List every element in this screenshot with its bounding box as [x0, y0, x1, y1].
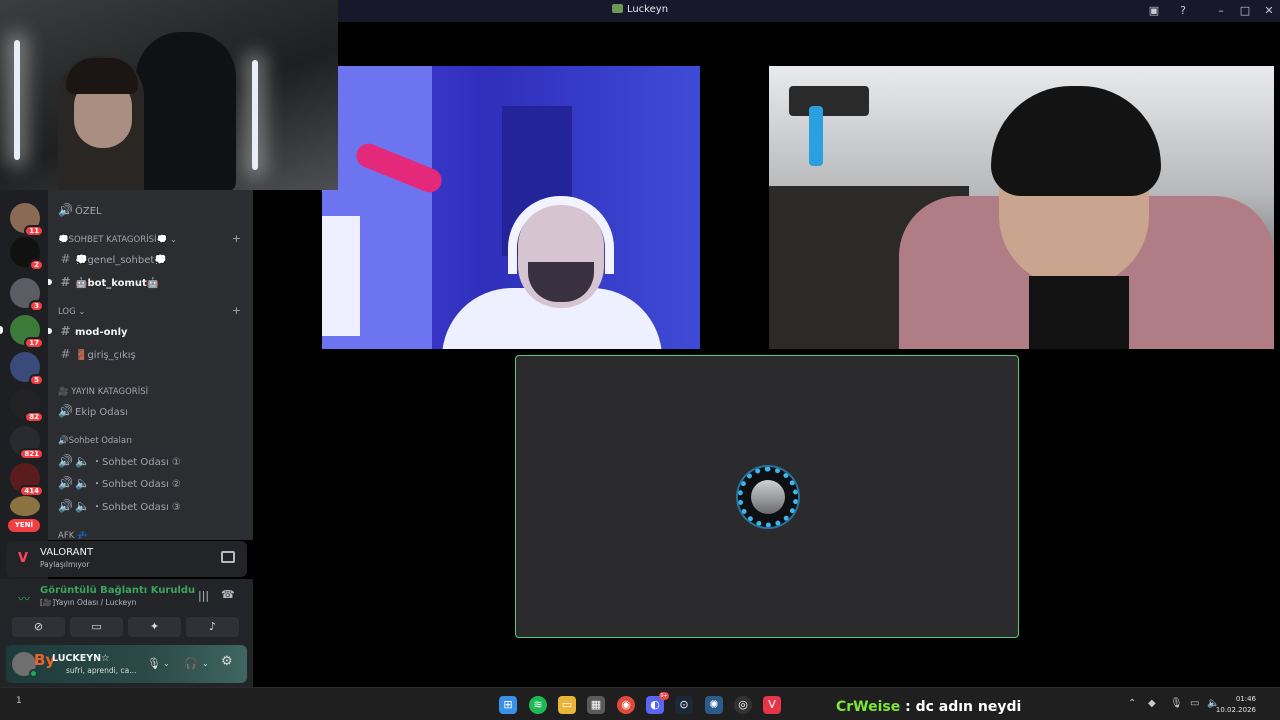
username[interactable]: LUCKEYN☆ — [52, 653, 110, 664]
hash-icon: # — [60, 275, 71, 289]
video-tile-participant-right[interactable] — [769, 66, 1274, 349]
valorant-taskbar-icon[interactable]: V — [763, 696, 781, 714]
speaker-icon: 🔊 — [58, 203, 73, 217]
add-channel-icon[interactable]: + — [232, 232, 241, 245]
category-afk[interactable]: AFK 💤 — [58, 531, 88, 540]
spotify-icon[interactable]: ≋ — [529, 696, 547, 714]
headphones-icon[interactable]: 🎧 — [184, 657, 198, 670]
channel-sohbet-odasi-3[interactable]: 🔊 🔈 ・Sohbet Odası ③ — [58, 496, 181, 516]
category-log[interactable]: LOG ⌄ — [58, 307, 86, 317]
hash-icon: # — [60, 252, 71, 266]
server-icon[interactable]: 11 — [10, 203, 44, 237]
minimize-icon[interactable]: – — [1213, 3, 1229, 19]
clock[interactable]: 01:46 10.02.2026 — [1216, 694, 1256, 716]
close-icon[interactable]: ✕ — [1261, 3, 1277, 19]
mic-icon[interactable]: 🎙 — [1170, 698, 1183, 709]
server-icon[interactable]: 82 — [10, 389, 44, 423]
chevron-up-icon[interactable]: ⌃ — [1128, 698, 1136, 709]
valorant-icon: V — [18, 551, 29, 566]
server-icon[interactable] — [10, 496, 40, 516]
add-channel-icon[interactable]: + — [232, 304, 241, 317]
unread-indicator — [48, 279, 52, 285]
channel-bot-komut[interactable]: # 🤖bot_komut🤖 — [58, 272, 159, 292]
speaker-icon: 🔈 — [75, 476, 90, 490]
activity-status: Paylaşılmıyor — [40, 560, 90, 569]
server-icon[interactable]: 2 — [10, 237, 44, 271]
channel-giris-cikis[interactable]: # 🚪giriş_çıkış — [58, 344, 135, 364]
screen-share-button[interactable]: ▭ — [70, 617, 123, 637]
chevron-down-icon[interactable]: ⌄ — [163, 659, 170, 668]
help-icon[interactable]: ? — [1175, 3, 1191, 19]
speaker-icon: 🔊 — [58, 404, 73, 418]
speaker-icon: 🔈 — [75, 499, 90, 513]
user-panel: By LUCKEYN☆ sufri, aprendi, ca... 🎙 ⌄ 🎧 … — [6, 645, 247, 683]
channel-mod-only[interactable]: # mod-only — [58, 321, 127, 341]
voice-status[interactable]: Görüntülü Bağlantı Kuruldu — [40, 585, 195, 596]
stream-chat-overlay: CrWeise : dc adın neydi — [836, 699, 1022, 715]
chevron-down-icon: ⌄ — [78, 307, 86, 317]
speaker-icon: 🔊 — [58, 454, 73, 468]
screen-share-icon[interactable]: ▣ — [1146, 3, 1162, 19]
display-icon[interactable]: ▭ — [1190, 698, 1199, 709]
obs-icon[interactable]: ◎ — [734, 696, 752, 714]
unread-indicator — [0, 326, 3, 334]
avatar[interactable] — [12, 652, 38, 678]
gear-icon[interactable]: ⚙ — [221, 654, 233, 669]
new-servers-badge[interactable]: YENİ — [8, 519, 40, 532]
activity-game: VALORANT — [40, 547, 94, 558]
category-sohbet-odalari[interactable]: 🔊Sohbet Odaları — [58, 436, 132, 446]
discord-icon — [611, 4, 623, 13]
camera-off-button[interactable]: ⊘ — [12, 617, 65, 637]
chrome-icon[interactable]: ◉ — [617, 696, 635, 714]
maximize-icon[interactable]: □ — [1237, 3, 1253, 19]
voice-location[interactable]: [🎥]Yayın Odası / Luckeyn — [40, 598, 136, 607]
mic-icon[interactable]: 🎙 — [147, 657, 161, 670]
unread-indicator — [48, 328, 52, 334]
channel-sohbet-odasi-1[interactable]: 🔊 🔈 ・Sohbet Odası ① — [58, 451, 181, 471]
channel-genel-sohbet[interactable]: # 💭genel_sohbet💭 — [58, 249, 166, 269]
server-icon[interactable]: 3 — [10, 278, 44, 312]
battlenet-icon[interactable]: ✺ — [705, 696, 723, 714]
speaker-icon: 🔈 — [75, 454, 90, 468]
share-screen-icon[interactable] — [221, 551, 235, 563]
server-icon[interactable]: 821 — [10, 426, 44, 460]
self-camera-overlay — [0, 0, 338, 190]
video-tile-no-camera[interactable] — [515, 355, 1019, 638]
channel-list: 🔊 ÖZEL 💭SOHBET KATAGORİSİ💭 ⌄ + # 💭genel_so… — [48, 190, 253, 540]
speaker-icon: 🔊 — [58, 476, 73, 490]
noise-suppression-icon[interactable]: ||| — [198, 589, 209, 602]
discord-icon[interactable]: ◐ 9+ — [646, 692, 669, 714]
speaker-icon: 🔊 — [58, 499, 73, 513]
participant-avatar — [738, 467, 798, 527]
category-yayin[interactable]: 🎥 YAYIN KATAGORİSİ — [58, 387, 148, 397]
channel-sohbet-odasi-2[interactable]: 🔊 🔈 ・Sohbet Odası ② — [58, 473, 181, 493]
hangup-icon[interactable]: ☎ — [221, 588, 235, 601]
server-icon[interactable]: 5 — [10, 352, 44, 386]
store-icon[interactable]: ▦ — [587, 696, 605, 714]
signal-icon[interactable]: 〰 — [18, 590, 30, 607]
category-sohbet[interactable]: 💭SOHBET KATAGORİSİ💭 ⌄ — [58, 235, 177, 245]
channel-ekip-odasi[interactable]: 🔊 Ekip Odası — [58, 401, 128, 421]
steam-icon[interactable]: ⊙ — [675, 696, 693, 714]
activity-button[interactable]: ✦ — [128, 617, 181, 637]
hash-icon: # — [60, 324, 71, 338]
file-explorer-icon[interactable]: ▭ — [558, 696, 576, 714]
chevron-down-icon[interactable]: ⌄ — [202, 659, 209, 668]
hash-icon: # — [60, 347, 71, 361]
chevron-down-icon: ⌄ — [169, 235, 177, 245]
user-custom-status[interactable]: sufri, aprendi, ca... — [66, 666, 136, 675]
channel-ozel[interactable]: 🔊 ÖZEL — [58, 200, 102, 220]
steam-tray-icon[interactable]: ◆ — [1148, 698, 1156, 709]
server-icon[interactable]: 17 — [10, 315, 44, 349]
soundboard-button[interactable]: ♪ — [186, 617, 239, 637]
windows-start-icon[interactable]: ⊞ — [499, 696, 517, 714]
video-tile-streamer-blue[interactable] — [322, 66, 700, 349]
activity-panel[interactable]: V VALORANT Paylaşılmıyor — [6, 541, 247, 577]
online-status-dot — [29, 669, 38, 678]
page-indicator: 1 — [16, 696, 22, 706]
server-icon[interactable]: 414 — [10, 463, 44, 497]
taskbar: 1 ⊞ ≋ ▭ ▦ ◉ ◐ 9+ ⊙ ✺ ◎ V CrWeise : dc adı… — [0, 687, 1280, 720]
